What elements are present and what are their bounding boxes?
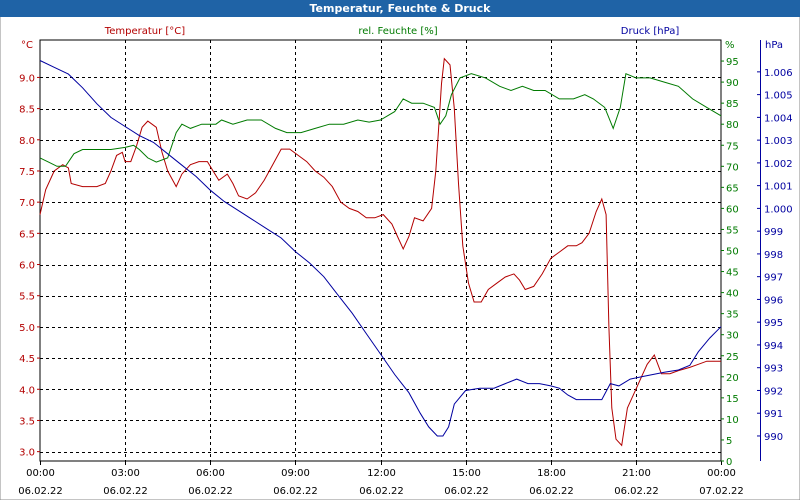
temperature-tick-label: 8.5 bbox=[19, 105, 35, 116]
x-tick-label: 21:00 bbox=[622, 468, 651, 479]
humidity-tick-label: 5 bbox=[726, 436, 732, 447]
x-tick-label: 06:00 bbox=[196, 468, 225, 479]
humidity-tick-label: 10 bbox=[726, 415, 739, 426]
pressure-tick-label: 990 bbox=[764, 432, 783, 443]
weather-chart: Temperatur [°C] rel. Feuchte [%] Druck [… bbox=[0, 0, 800, 500]
pressure-axis-title: Druck [hPa] bbox=[621, 26, 680, 37]
humidity-tick-label: 20 bbox=[726, 373, 739, 384]
pressure-tick-label: 1.000 bbox=[764, 204, 793, 215]
humidity-tick-label: 75 bbox=[726, 141, 739, 152]
x-tick-label: 09:00 bbox=[281, 468, 310, 479]
temperature-tick-label: 5.0 bbox=[19, 323, 35, 334]
temperature-tick-label: 5.5 bbox=[19, 292, 35, 303]
pressure-tick-label: 1.006 bbox=[764, 68, 793, 79]
humidity-tick-label: 45 bbox=[726, 268, 739, 279]
x-date-label: 06.02.22 bbox=[359, 486, 404, 497]
x-tick-label: 03:00 bbox=[111, 468, 140, 479]
pressure-tick-label: 1.002 bbox=[764, 159, 793, 170]
pressure-tick-label: 992 bbox=[764, 386, 783, 397]
humidity-tick-label: 40 bbox=[726, 289, 739, 300]
x-tick-label: 15:00 bbox=[452, 468, 481, 479]
temperature-tick-label: 7.5 bbox=[19, 167, 35, 178]
x-date-label: 06.02.22 bbox=[103, 486, 148, 497]
pressure-tick-label: 1.001 bbox=[764, 182, 793, 193]
pressure-tick-label: 993 bbox=[764, 364, 783, 375]
temperature-unit-label: °C bbox=[21, 40, 33, 51]
pressure-tick-label: 996 bbox=[764, 295, 783, 306]
humidity-tick-label: 60 bbox=[726, 204, 739, 215]
x-date-label: 06.02.22 bbox=[18, 486, 63, 497]
pressure-tick-label: 1.003 bbox=[764, 136, 793, 147]
humidity-tick-label: 70 bbox=[726, 162, 739, 173]
x-date-label: 06.02.22 bbox=[273, 486, 318, 497]
x-tick-label: 18:00 bbox=[537, 468, 566, 479]
humidity-tick-label: 95 bbox=[726, 57, 739, 68]
temperature-tick-label: 3.5 bbox=[19, 416, 35, 427]
humidity-tick-label: 50 bbox=[726, 247, 739, 258]
humidity-tick-label: 30 bbox=[726, 331, 739, 342]
x-date-label: 06.02.22 bbox=[614, 486, 659, 497]
pressure-tick-label: 991 bbox=[764, 409, 783, 420]
pressure-tick-label: 994 bbox=[764, 341, 783, 352]
humidity-unit-label: % bbox=[725, 40, 735, 51]
humidity-axis-title: rel. Feuchte [%] bbox=[358, 26, 437, 37]
humidity-tick-label: 0 bbox=[726, 457, 732, 468]
pressure-tick-label: 999 bbox=[764, 227, 783, 238]
humidity-tick-label: 85 bbox=[726, 99, 739, 110]
temperature-tick-label: 8.0 bbox=[19, 136, 35, 147]
temperature-tick-label: 7.0 bbox=[19, 198, 35, 209]
window-title: Temperatur, Feuchte & Druck bbox=[0, 0, 800, 17]
humidity-tick-label: 65 bbox=[726, 183, 739, 194]
temperature-tick-label: 4.0 bbox=[19, 385, 35, 396]
humidity-tick-label: 90 bbox=[726, 78, 739, 89]
pressure-tick-label: 998 bbox=[764, 250, 783, 261]
humidity-tick-label: 15 bbox=[726, 394, 739, 405]
pressure-tick-label: 1.004 bbox=[764, 113, 793, 124]
x-tick-label: 00:00 bbox=[707, 468, 736, 479]
x-tick-label: 00:00 bbox=[26, 468, 55, 479]
temperature-tick-label: 9.0 bbox=[19, 73, 35, 84]
temperature-axis-title: Temperatur [°C] bbox=[104, 26, 185, 37]
pressure-tick-label: 997 bbox=[764, 273, 783, 284]
humidity-tick-label: 25 bbox=[726, 352, 739, 363]
x-tick-label: 12:00 bbox=[367, 468, 396, 479]
x-date-label: 07.02.22 bbox=[699, 486, 744, 497]
humidity-tick-label: 35 bbox=[726, 310, 739, 321]
x-date-label: 06.02.22 bbox=[529, 486, 574, 497]
temperature-tick-label: 6.0 bbox=[19, 261, 35, 272]
x-date-label: 06.02.22 bbox=[188, 486, 233, 497]
pressure-tick-label: 1.005 bbox=[764, 91, 793, 102]
pressure-tick-label: 995 bbox=[764, 318, 783, 329]
humidity-tick-label: 80 bbox=[726, 120, 739, 131]
humidity-tick-label: 55 bbox=[726, 225, 739, 236]
chart-window: Temperatur [°C] rel. Feuchte [%] Druck [… bbox=[0, 0, 800, 500]
temperature-tick-label: 3.0 bbox=[19, 448, 35, 459]
temperature-tick-label: 6.5 bbox=[19, 229, 35, 240]
temperature-tick-label: 4.5 bbox=[19, 354, 35, 365]
pressure-unit-label: hPa bbox=[765, 40, 783, 51]
x-date-label: 06.02.22 bbox=[444, 486, 489, 497]
